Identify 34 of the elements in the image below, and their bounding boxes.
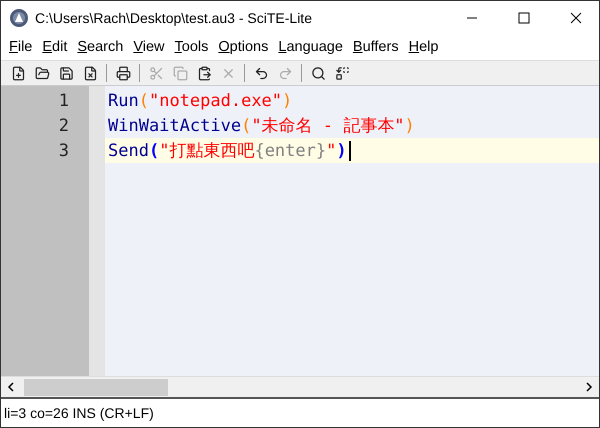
horizontal-scrollbar[interactable] <box>1 376 599 399</box>
find-icon <box>310 66 326 80</box>
line-number: 1 <box>58 90 70 112</box>
menu-item[interactable]: Edit <box>37 39 72 55</box>
close-icon <box>570 12 582 24</box>
menu-item[interactable]: Language <box>273 39 348 55</box>
menu-item[interactable]: View <box>128 39 170 55</box>
scroll-thumb[interactable] <box>24 378 168 396</box>
line-number: 2 <box>58 114 70 138</box>
status-text: li=3 co=26 INS (CR+LF) <box>4 405 154 421</box>
menu-item[interactable]: Help <box>404 39 444 55</box>
undo-icon <box>254 66 268 80</box>
menu-item[interactable]: Tools <box>170 39 214 55</box>
close-icon <box>82 66 98 80</box>
replace-icon <box>334 66 350 80</box>
line-number: 3 <box>58 140 70 162</box>
code-line: Run("notepad.exe") <box>107 90 294 112</box>
window-title: C:\Users\Rach\Desktop\test.au3 - SciTE-Lite <box>35 10 313 26</box>
new-icon <box>10 66 26 80</box>
menu-item[interactable]: Options <box>213 39 274 55</box>
copy-icon <box>172 66 188 80</box>
app-logo-icon <box>9 8 29 28</box>
menu-item[interactable]: File <box>4 39 38 55</box>
redo-icon <box>278 66 292 80</box>
save-icon <box>58 66 74 80</box>
menu-item[interactable]: Search <box>72 39 128 55</box>
text-cursor <box>348 140 351 160</box>
cut-icon <box>148 66 164 80</box>
menu-item[interactable]: Buffers <box>348 39 404 55</box>
maximize-icon <box>518 12 530 24</box>
print-icon <box>116 66 130 80</box>
open-icon <box>34 66 50 80</box>
code-line: WinWaitActive("未命名 - 記事本") <box>107 114 416 138</box>
paste-icon <box>196 66 212 80</box>
